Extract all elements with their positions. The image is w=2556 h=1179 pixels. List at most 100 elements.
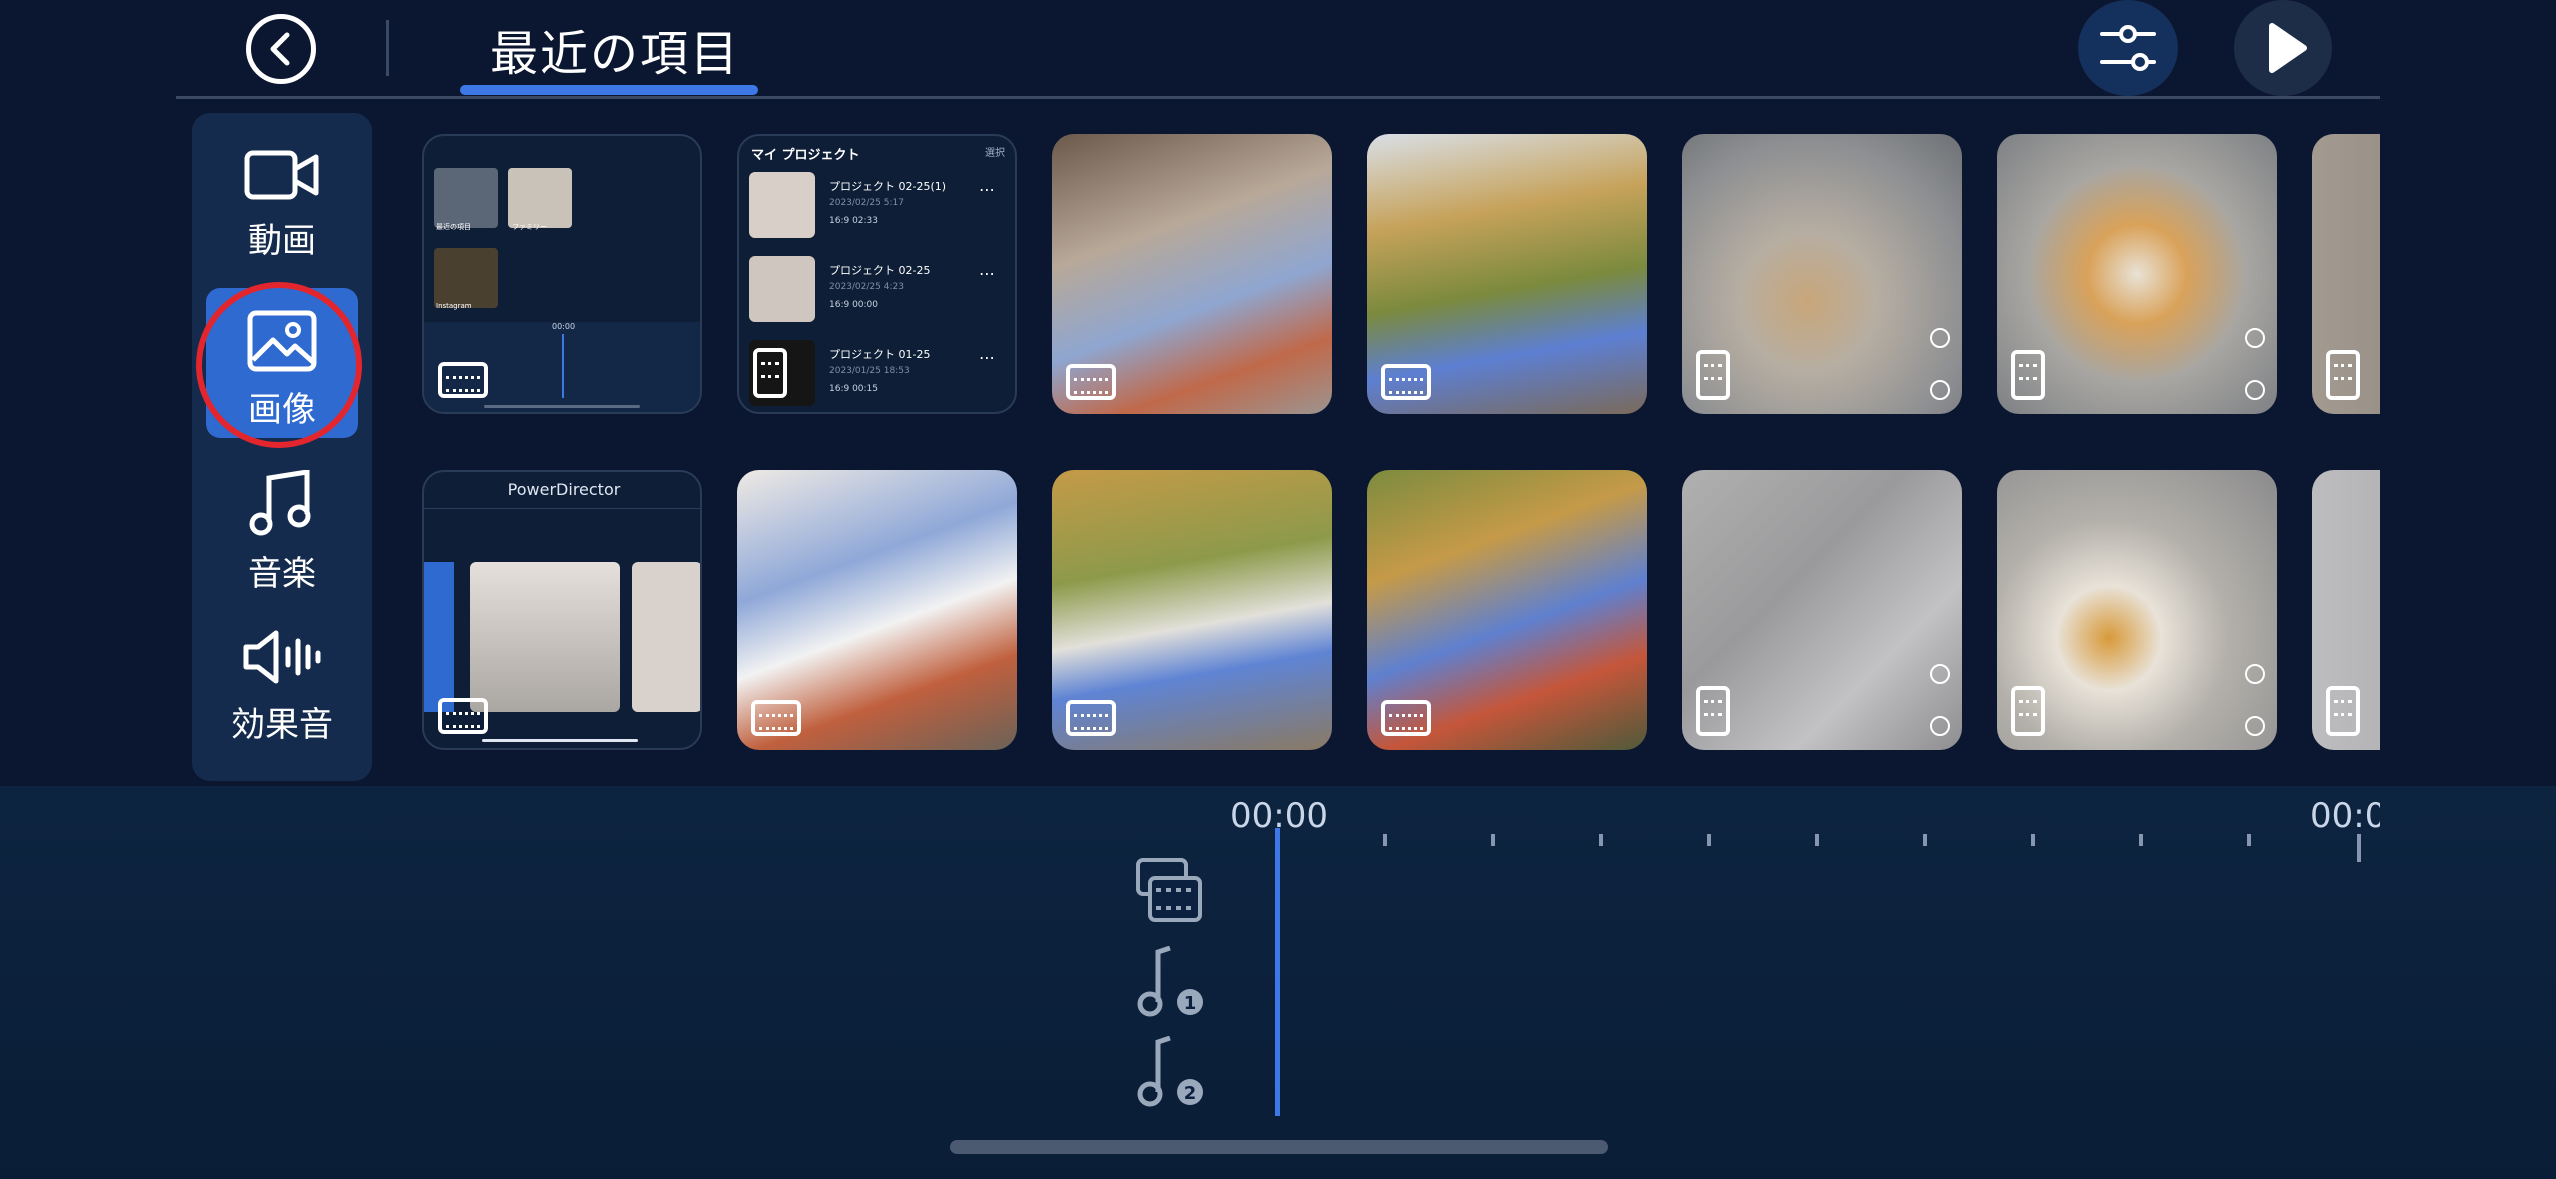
project-row: プロジェクト 02-25 2023/02/25 4:23 16:9 00:00 … bbox=[749, 256, 1007, 334]
project-meta: 16:9 00:15 bbox=[829, 384, 879, 394]
folder-label: ファミリー bbox=[512, 223, 547, 231]
playhead[interactable] bbox=[1275, 828, 1280, 1116]
media-thumbnail[interactable] bbox=[2312, 134, 2380, 414]
time-tick bbox=[2357, 834, 2361, 862]
video-badge-icon bbox=[438, 698, 488, 734]
mini-select-label: 選択 bbox=[985, 148, 1005, 159]
sidebar-item-sound-effects[interactable]: 効果音 bbox=[206, 605, 358, 755]
video-badge-icon bbox=[438, 362, 488, 398]
project-meta: 16:9 02:33 bbox=[829, 216, 879, 226]
more-icon: ⋯ bbox=[979, 264, 995, 283]
page-title[interactable]: 最近の項目 bbox=[490, 14, 740, 84]
time-tick bbox=[2031, 834, 2035, 846]
play-button[interactable] bbox=[2234, 0, 2332, 96]
project-date: 2023/02/25 5:17 bbox=[829, 198, 904, 208]
video-badge-icon bbox=[2326, 350, 2360, 400]
music-track-1-icon[interactable]: 1 bbox=[1134, 946, 1204, 1018]
track-number: 2 bbox=[1184, 1083, 1197, 1104]
media-thumbnail[interactable] bbox=[1997, 134, 2277, 414]
heart-icon bbox=[1930, 664, 1950, 684]
mini-app-title: PowerDirector bbox=[424, 472, 700, 509]
video-badge-icon bbox=[2011, 686, 2045, 736]
sidebar-item-label: 動画 bbox=[248, 221, 316, 261]
highlight-circle bbox=[196, 282, 362, 448]
image-badge-icon bbox=[1381, 700, 1431, 736]
sliders-icon bbox=[2100, 25, 2156, 71]
heart-icon bbox=[2245, 328, 2265, 348]
top-bar: 最近の項目 bbox=[0, 0, 2556, 98]
project-name: プロジェクト 01-25 bbox=[829, 348, 931, 361]
image-badge-icon bbox=[1066, 364, 1116, 400]
heart-icon bbox=[1930, 328, 1950, 348]
media-thumbnail[interactable] bbox=[1997, 470, 2277, 750]
heart-icon bbox=[2245, 664, 2265, 684]
project-row: プロジェクト 02-25(1) 2023/02/25 5:17 16:9 02:… bbox=[749, 172, 1007, 250]
speaker-icon bbox=[243, 630, 321, 684]
header-divider bbox=[386, 20, 389, 76]
reel-actions bbox=[2245, 296, 2265, 400]
video-track-icon[interactable] bbox=[1134, 858, 1204, 924]
image-badge-icon bbox=[1381, 364, 1431, 400]
folder-label: 最近の項目 bbox=[436, 223, 471, 231]
media-thumbnail[interactable] bbox=[1052, 470, 1332, 750]
image-badge-icon bbox=[751, 700, 801, 736]
time-tick bbox=[1923, 834, 1927, 846]
time-tick bbox=[1491, 834, 1495, 846]
folder-label: Instagram bbox=[436, 302, 472, 310]
project-row: プロジェクト 01-25 2023/01/25 18:53 16:9 00:15… bbox=[749, 340, 1007, 412]
reel-actions bbox=[2245, 632, 2265, 736]
mini-project-title: マイ プロジェクト bbox=[751, 148, 860, 163]
media-thumbnail[interactable] bbox=[1682, 470, 1962, 750]
comment-icon bbox=[1930, 716, 1950, 736]
project-name: プロジェクト 02-25 bbox=[829, 264, 931, 277]
media-thumbnail[interactable] bbox=[1052, 134, 1332, 414]
project-date: 2023/01/25 18:53 bbox=[829, 366, 910, 376]
comment-icon bbox=[2245, 716, 2265, 736]
time-tick bbox=[1815, 834, 1819, 846]
project-name: プロジェクト 02-25(1) bbox=[829, 180, 947, 193]
time-tick bbox=[1599, 834, 1603, 846]
sidebar-item-music[interactable]: 音楽 bbox=[206, 448, 358, 598]
mini-time: 00:00 bbox=[552, 322, 576, 331]
reel-actions bbox=[1930, 296, 1950, 400]
timeline-scrollbar[interactable] bbox=[950, 1140, 1608, 1154]
media-thumbnail[interactable]: PowerDirector bbox=[422, 470, 702, 750]
music-track-2-icon[interactable]: 2 bbox=[1134, 1036, 1204, 1108]
timeline-end-time: 00:0 bbox=[2310, 796, 2380, 836]
media-thumbnail[interactable]: 最近の項目 ファミリー Instagram 00:00 bbox=[422, 134, 702, 414]
video-badge-icon bbox=[1696, 350, 1730, 400]
time-tick bbox=[1383, 834, 1387, 846]
sidebar-item-label: 音楽 bbox=[248, 554, 316, 594]
project-meta: 16:9 00:00 bbox=[829, 300, 879, 310]
media-thumbnail[interactable] bbox=[1367, 470, 1647, 750]
sidebar-item-video[interactable]: 動画 bbox=[206, 125, 358, 275]
more-icon: ⋯ bbox=[979, 180, 995, 199]
video-badge-icon bbox=[1696, 686, 1730, 736]
time-tick bbox=[2139, 834, 2143, 846]
comment-icon bbox=[2245, 380, 2265, 400]
video-badge-icon bbox=[753, 348, 787, 398]
settings-button[interactable] bbox=[2078, 0, 2178, 96]
video-badge-icon bbox=[2326, 686, 2360, 736]
media-thumbnail[interactable]: マイ プロジェクト 選択 プロジェクト 02-25(1) 2023/02/25 … bbox=[737, 134, 1017, 414]
project-date: 2023/02/25 4:23 bbox=[829, 282, 904, 292]
music-note-icon bbox=[249, 470, 311, 536]
title-underline bbox=[460, 85, 758, 95]
back-button[interactable] bbox=[246, 14, 316, 84]
video-camera-icon bbox=[244, 150, 319, 200]
image-badge-icon bbox=[1066, 700, 1116, 736]
reel-actions bbox=[1930, 632, 1950, 736]
video-badge-icon bbox=[2011, 350, 2045, 400]
media-thumbnail[interactable] bbox=[1682, 134, 1962, 414]
media-thumbnail[interactable] bbox=[1367, 134, 1647, 414]
media-thumbnail[interactable] bbox=[2312, 470, 2380, 750]
sidebar-item-label: 効果音 bbox=[231, 705, 333, 745]
track-number: 1 bbox=[1184, 993, 1197, 1014]
play-icon bbox=[2269, 23, 2307, 73]
media-grid: 最近の項目 ファミリー Instagram 00:00 マイ プロジェクト 選択… bbox=[410, 120, 2380, 780]
media-thumbnail[interactable] bbox=[737, 470, 1017, 750]
time-tick bbox=[2247, 834, 2251, 846]
time-tick bbox=[1707, 834, 1711, 846]
header-rule bbox=[176, 96, 2380, 99]
comment-icon bbox=[1930, 380, 1950, 400]
